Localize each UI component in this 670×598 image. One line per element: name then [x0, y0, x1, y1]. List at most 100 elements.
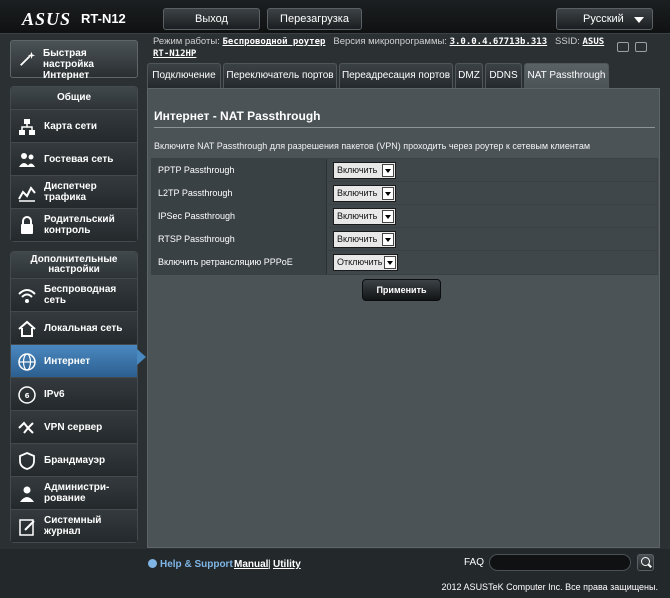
row-label: PPTP Passthrough: [152, 159, 327, 181]
usb-icon[interactable]: [635, 42, 647, 52]
chevron-down-icon: [634, 17, 644, 23]
help-support-link[interactable]: Help & Support: [148, 559, 233, 570]
sidebar-item-admin[interactable]: Администри-рование: [11, 476, 137, 509]
advanced-section: Дополнительные настройки Беспроводная се…: [10, 251, 138, 543]
mode-label: Режим работы:: [153, 36, 220, 47]
tab-ddns[interactable]: DDNS: [485, 63, 522, 88]
language-value: Русский: [583, 13, 624, 25]
table-row: L2TP Passthrough Включить: [152, 182, 657, 205]
sidebar-item-label: Диспетчер трафика: [44, 181, 97, 203]
sidebar-item-internet[interactable]: Интернет: [11, 344, 137, 377]
quick-setup-label: Быстрая настройка Интернет: [43, 48, 94, 81]
chevron-down-icon: [382, 164, 394, 177]
pppoe-relay-select[interactable]: Отключить: [333, 254, 398, 271]
tab-port-switch[interactable]: Переключатель портов: [223, 63, 337, 88]
page-title: Интернет - NAT Passthrough: [154, 109, 321, 123]
mode-link[interactable]: Беспроводной роутер: [222, 37, 325, 47]
chevron-down-icon: [382, 210, 394, 223]
traffic-manager-icon: [18, 186, 36, 202]
row-label: RTSP Passthrough: [152, 228, 327, 250]
reboot-button[interactable]: Перезагрузка: [267, 8, 362, 30]
sidebar-item-lan[interactable]: Локальная сеть: [11, 311, 137, 344]
row-cell: Включить: [327, 205, 657, 227]
status-icons: [617, 42, 653, 55]
tab-port-forwarding[interactable]: Переадресация портов: [339, 63, 453, 88]
manual-link[interactable]: Manual: [234, 559, 268, 570]
link-separator: |: [268, 559, 271, 570]
tab-connection[interactable]: Подключение: [147, 63, 221, 88]
firmware-link[interactable]: 3.0.0.4.67713b.313: [450, 37, 548, 47]
apply-button[interactable]: Применить: [362, 279, 441, 301]
sidebar-item-label: Администри-рование: [44, 482, 110, 504]
help-label: Help & Support: [160, 559, 233, 570]
search-icon[interactable]: [637, 554, 654, 571]
sidebar-item-parental-control[interactable]: Родительский контроль: [11, 208, 137, 241]
sidebar-item-traffic-manager[interactable]: Диспетчер трафика: [11, 175, 137, 208]
sidebar-item-firewall[interactable]: Брандмауэр: [11, 443, 137, 476]
help-icon: [148, 559, 157, 568]
divider: [154, 127, 655, 128]
select-value: Включить: [337, 188, 378, 198]
row-label: Включить ретрансляцию PPPoE: [152, 251, 327, 274]
sidebar-item-wireless[interactable]: Беспроводная сеть: [11, 278, 137, 311]
logout-button[interactable]: Выход: [163, 8, 260, 30]
ipsec-select[interactable]: Включить: [333, 208, 396, 225]
sidebar-item-label: Брандмауэр: [44, 454, 106, 466]
sidebar-item-label: Интернет: [44, 355, 91, 367]
admin-user-icon: [20, 486, 34, 502]
general-title: Общие: [11, 87, 137, 109]
row-label: IPSec Passthrough: [152, 205, 327, 227]
row-cell: Отключить: [327, 251, 657, 274]
page-description: Включите NAT Passthrough для разрешения …: [154, 141, 591, 151]
system-log-icon: [19, 519, 35, 536]
sidebar-item-label: Беспроводная сеть: [44, 284, 117, 306]
tab-nat-passthrough[interactable]: NAT Passthrough: [524, 63, 609, 88]
status-line: Режим работы: Беспроводной роутер Версия…: [153, 36, 613, 60]
wireless-icon: [18, 289, 36, 303]
select-value: Включить: [337, 211, 378, 221]
sidebar-item-vpn[interactable]: VPN сервер: [11, 410, 137, 443]
sidebar-item-ipv6[interactable]: 6 IPv6: [11, 377, 137, 410]
chevron-down-icon: [382, 187, 394, 200]
clients-icon[interactable]: [617, 42, 629, 52]
advanced-title: Дополнительные настройки: [11, 252, 137, 278]
row-cell: Включить: [327, 159, 657, 181]
svg-text:6: 6: [25, 392, 30, 400]
table-row: Включить ретрансляцию PPPoE Отключить: [152, 251, 657, 274]
sidebar-item-label: VPN сервер: [44, 421, 103, 433]
lan-home-icon: [18, 320, 36, 337]
select-value: Отключить: [337, 257, 383, 267]
tab-dmz[interactable]: DMZ: [455, 63, 483, 88]
language-select[interactable]: Русский: [556, 8, 653, 30]
settings-table: PPTP Passthrough Включить L2TP Passthrou…: [151, 158, 658, 275]
row-cell: Включить: [327, 182, 657, 204]
ssid-label: SSID:: [555, 36, 580, 47]
quick-setup-button[interactable]: Быстрая настройка Интернет: [10, 40, 138, 81]
ipv6-icon: 6: [18, 386, 36, 404]
rtsp-select[interactable]: Включить: [333, 231, 396, 248]
sidebar-item-guest-network[interactable]: Гостевая сеть: [11, 142, 137, 175]
firmware-label: Версия микропрограммы:: [333, 36, 447, 47]
copyright: 2012 ASUSTeK Computer Inc. Все права защ…: [441, 582, 658, 592]
guest-network-icon: [19, 153, 35, 167]
sidebar-item-label: IPv6: [44, 388, 65, 400]
ssid-link[interactable]: ASUS: [583, 37, 605, 47]
select-value: Включить: [337, 234, 378, 244]
pptp-select[interactable]: Включить: [333, 162, 396, 179]
vpn-icon: [18, 421, 34, 434]
chevron-down-icon: [384, 256, 396, 269]
ssid-link-2[interactable]: RT-N12HP: [153, 49, 196, 59]
utility-link[interactable]: Utility: [273, 559, 301, 570]
sidebar-item-network-map[interactable]: Карта сети: [11, 109, 137, 142]
asus-logo: ASUS: [22, 9, 72, 29]
firewall-shield-icon: [19, 452, 35, 470]
l2tp-select[interactable]: Включить: [333, 185, 396, 202]
parental-control-icon: [21, 216, 33, 234]
select-value: Включить: [337, 165, 378, 175]
top-bar: ASUS RT-N12 Выход Перезагрузка Русский: [0, 0, 670, 34]
active-menu-arrow: [137, 349, 146, 365]
table-row: RTSP Passthrough Включить: [152, 228, 657, 251]
faq-search-input[interactable]: [489, 554, 631, 571]
sidebar-item-system-log[interactable]: Системный журнал: [11, 509, 137, 542]
network-map-icon: [19, 119, 35, 135]
